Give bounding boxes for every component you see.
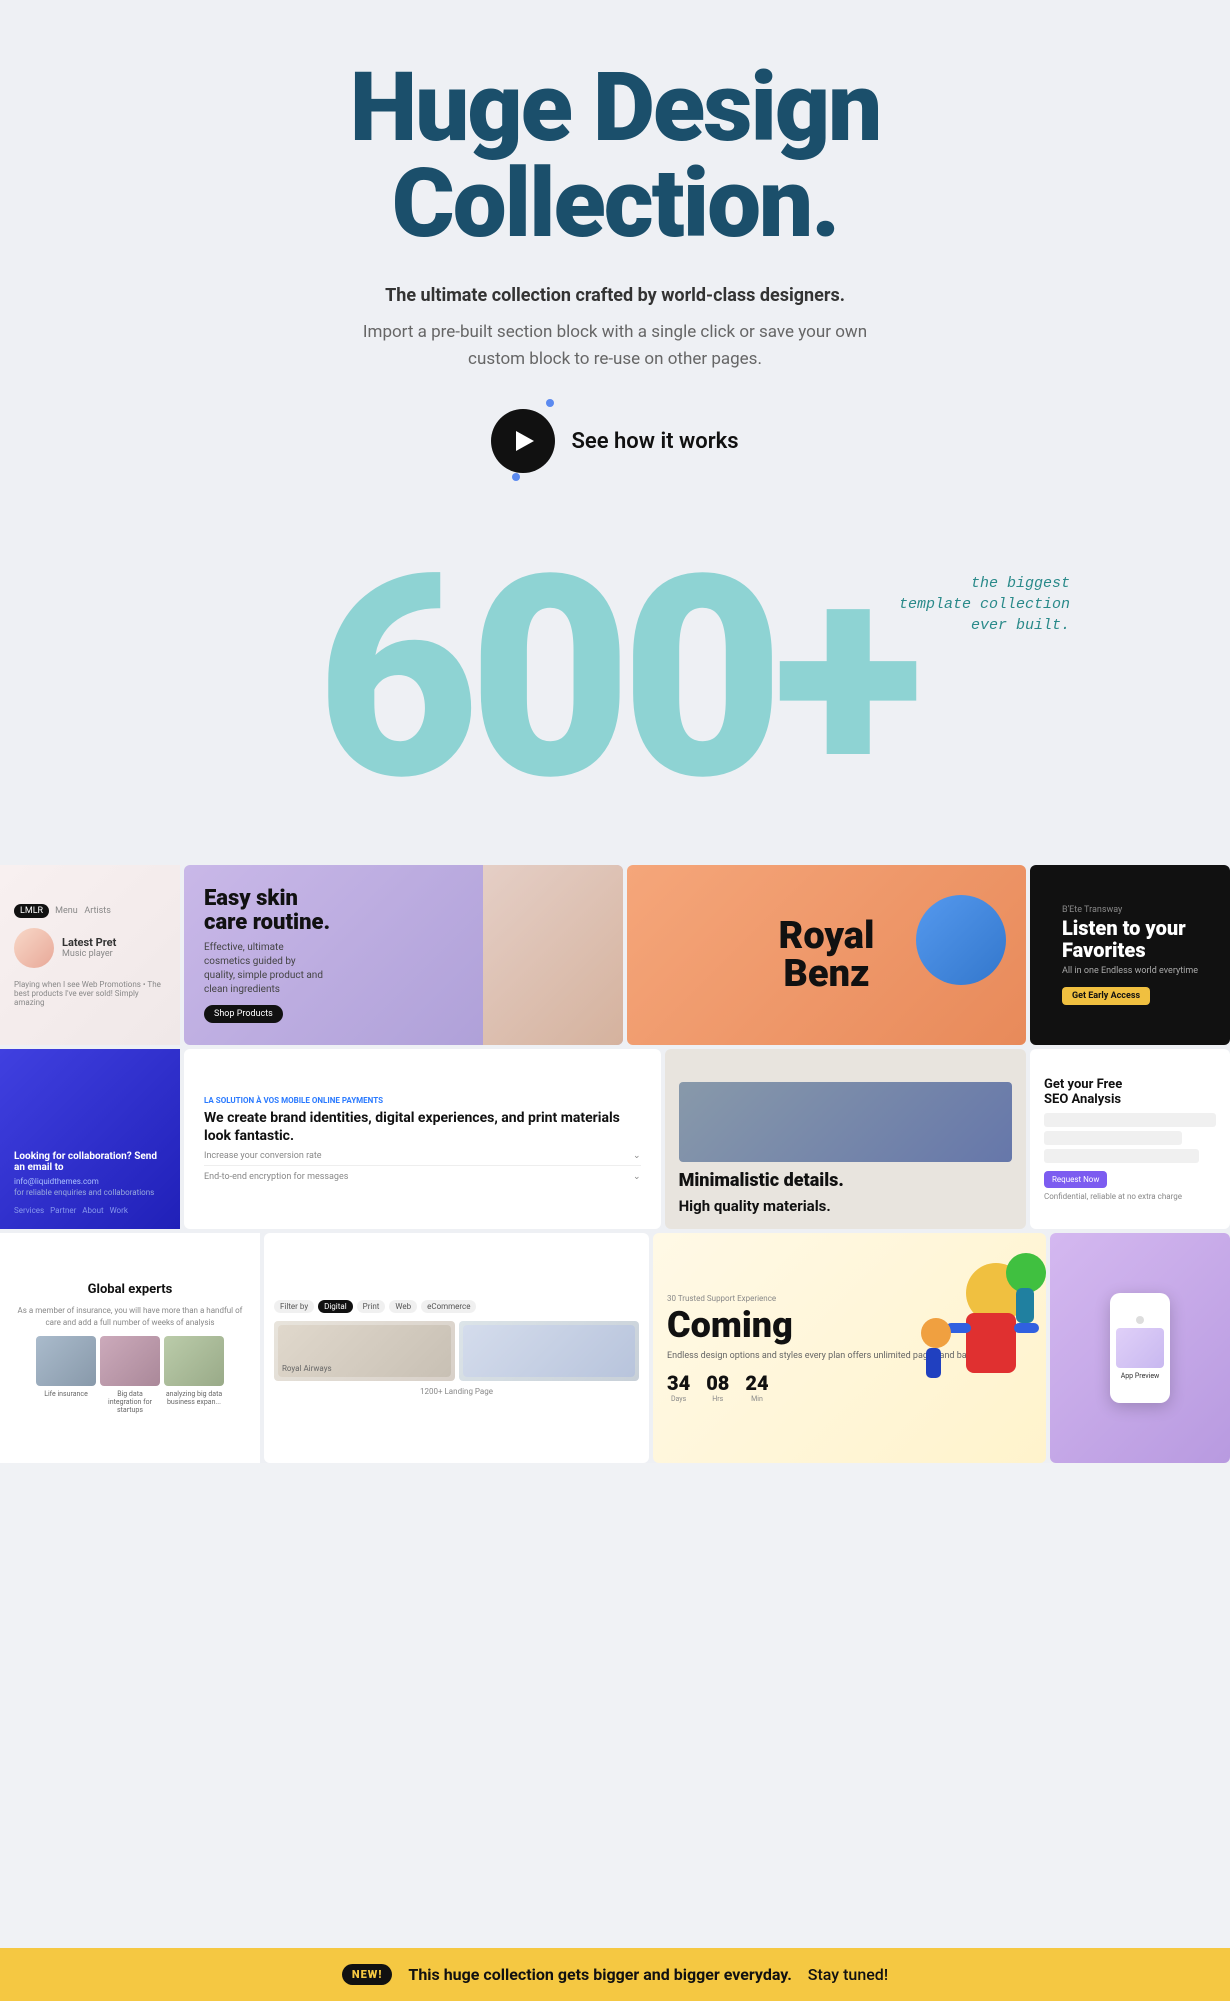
global-title: Global experts <box>14 1282 246 1297</box>
gallery-card-branding: LA SOLUTION À VOS MOBILE ONLINE PAYMENTS… <box>184 1049 661 1229</box>
gallery-row-2: Looking for collaboration? Send an email… <box>0 1049 1230 1229</box>
global-cap-2: Big data integration for startups <box>100 1390 160 1414</box>
collab-links: Services Partner About Work <box>14 1206 166 1215</box>
seo-field-3[interactable] <box>1044 1149 1199 1163</box>
play-label: See how it works <box>571 429 738 454</box>
global-cap-3: analyzing big data business expan... <box>164 1390 224 1414</box>
branding-title: We create brand identities, digital expe… <box>204 1109 641 1145</box>
bottom-banner: NEW! This huge collection gets bigger an… <box>0 1948 1230 2001</box>
gallery-row-3: Global experts As a member of insurance,… <box>0 1233 1230 1463</box>
listen-desc: All in one Endless world everytime <box>1062 965 1198 978</box>
global-photo-1 <box>36 1336 96 1386</box>
music-footer: Playing when I see Web Promotions • The … <box>14 980 166 1007</box>
gallery-row-1: LMLR Menu Artists Latest Pret Music play… <box>0 865 1230 1045</box>
gallery-card-seo: Get your FreeSEO Analysis Request Now Co… <box>1030 1049 1230 1229</box>
global-inner: Global experts As a member of insurance,… <box>14 1282 246 1413</box>
music-nav-row: LMLR Menu Artists <box>14 904 166 918</box>
benz-figure <box>916 895 1006 985</box>
global-cap-1: Life insurance <box>36 1390 96 1414</box>
coming-illustration <box>886 1233 1046 1463</box>
collab-title: Looking for collaboration? Send an email… <box>14 1151 166 1173</box>
filter-tab-print[interactable]: Print <box>357 1300 386 1313</box>
play-icon <box>516 431 534 451</box>
global-captions: Life insurance Big data integration for … <box>14 1390 246 1414</box>
banner-text: This huge collection gets bigger and big… <box>408 1965 888 1984</box>
minimalist-title: Minimalistic details. <box>679 1170 1012 1191</box>
gallery-card-collab: Looking for collaboration? Send an email… <box>0 1049 180 1229</box>
gallery-section: LMLR Menu Artists Latest Pret Music play… <box>0 865 1230 1463</box>
seo-title: Get your FreeSEO Analysis <box>1044 1077 1216 1107</box>
skincare-btn[interactable]: Shop Products <box>204 1005 283 1023</box>
listen-small: B'Ete Transway <box>1062 905 1198 915</box>
skincare-face <box>483 865 623 1045</box>
gallery-card-global: Global experts As a member of insurance,… <box>0 1233 260 1463</box>
filter-tabs: Filter by Digital Print Web eCommerce <box>274 1300 639 1313</box>
filter-tab-ecommerce[interactable]: eCommerce <box>421 1300 476 1313</box>
seo-small: Confidential, reliable at no extra charg… <box>1044 1192 1216 1201</box>
global-desc: As a member of insurance, you will have … <box>14 1305 246 1327</box>
phone-mockup: App Preview <box>1110 1293 1170 1403</box>
collab-desc: for reliable enquiries and collaboration… <box>14 1188 166 1198</box>
dot-decoration-1 <box>546 399 554 407</box>
skincare-text: Easy skincare routine. Effective, ultima… <box>204 887 330 1023</box>
listen-card-inner: B'Ete Transway Listen to yourFavorites A… <box>1046 889 1214 1022</box>
hero-subtitle-normal: Import a pre-built section block with a … <box>345 319 885 373</box>
music-logo: LMLR <box>14 904 49 918</box>
phone-camera <box>1136 1316 1144 1324</box>
branding-inner: LA SOLUTION À VOS MOBILE ONLINE PAYMENTS… <box>200 1092 645 1186</box>
filter-cards: Royal Airways <box>274 1321 639 1381</box>
branding-row1: Increase your conversion rate ⌄ <box>204 1151 641 1161</box>
hero-subtitle-bold: The ultimate collection crafted by world… <box>335 282 895 311</box>
seo-field-2[interactable] <box>1044 1131 1182 1145</box>
phone-text: App Preview <box>1121 1372 1160 1380</box>
seo-inner: Get your FreeSEO Analysis Request Now Co… <box>1044 1077 1216 1201</box>
collab-inner: Looking for collaboration? Send an email… <box>14 1151 166 1215</box>
gallery-card-skincare: Easy skincare routine. Effective, ultima… <box>184 865 623 1045</box>
gallery-card-royalbenz: RoyalBenz <box>627 865 1026 1045</box>
global-photos <box>14 1336 246 1386</box>
play-button-row: See how it works <box>40 409 1190 473</box>
hero-section: Huge Design Collection. The ultimate col… <box>0 0 1230 553</box>
filter-tab-web[interactable]: Web <box>389 1300 417 1313</box>
global-photo-2 <box>100 1336 160 1386</box>
global-photo-3 <box>164 1336 224 1386</box>
music-text: Latest Pret Music player <box>62 936 116 959</box>
play-button[interactable] <box>491 409 555 473</box>
filter-inner: Filter by Digital Print Web eCommerce Ro… <box>274 1300 639 1396</box>
seo-field-1[interactable] <box>1044 1113 1216 1127</box>
collab-email: info@liquidthemes.com <box>14 1177 166 1186</box>
minimalist-photo <box>679 1082 1012 1162</box>
gallery-card-minimalist: Minimalistic details. High quality mater… <box>665 1049 1026 1229</box>
dot-decoration-2 <box>512 473 520 481</box>
big-number: 600+ <box>40 553 1190 805</box>
filter-tab-all[interactable]: Filter by <box>274 1300 314 1313</box>
branding-divider <box>204 1165 641 1166</box>
listen-btn[interactable]: Get Early Access <box>1062 987 1150 1005</box>
coming-stat-3: 24 Min <box>745 1371 768 1403</box>
listen-title: Listen to yourFavorites <box>1062 917 1198 961</box>
coming-stat-1: 34 Days <box>667 1371 690 1403</box>
coming-stat-2: 08 Hrs <box>706 1371 729 1403</box>
hero-title: Huge Design Collection. <box>40 60 1190 252</box>
filter-card-1: Royal Airways <box>274 1321 455 1381</box>
gallery-card-coming: 30 Trusted Support Experience Coming End… <box>653 1233 1046 1463</box>
royal-text: RoyalBenz <box>779 917 875 993</box>
music-card-inner: LMLR Menu Artists Latest Pret Music play… <box>0 890 180 1021</box>
gallery-card-music: LMLR Menu Artists Latest Pret Music play… <box>0 865 180 1045</box>
gallery-card-phone: App Preview <box>1050 1233 1230 1463</box>
filter-count: 1200+ Landing Page <box>274 1387 639 1396</box>
music-avatar <box>14 928 54 968</box>
filter-card-2 <box>459 1321 640 1381</box>
branding-tag: LA SOLUTION À VOS MOBILE ONLINE PAYMENTS <box>204 1096 641 1105</box>
gallery-card-listen: B'Ete Transway Listen to yourFavorites A… <box>1030 865 1230 1045</box>
gallery-card-filter: Filter by Digital Print Web eCommerce Ro… <box>264 1233 649 1463</box>
seo-btn[interactable]: Request Now <box>1044 1171 1107 1188</box>
new-badge: NEW! <box>342 1964 392 1985</box>
phone-screen <box>1116 1328 1164 1368</box>
branding-row2: End-to-end encryption for messages ⌄ <box>204 1172 641 1182</box>
stats-section: the biggest template collection ever bui… <box>0 553 1230 865</box>
music-person: Latest Pret Music player <box>14 928 166 968</box>
filter-tab-digital[interactable]: Digital <box>318 1300 353 1313</box>
quality-title: High quality materials. <box>679 1197 1012 1215</box>
